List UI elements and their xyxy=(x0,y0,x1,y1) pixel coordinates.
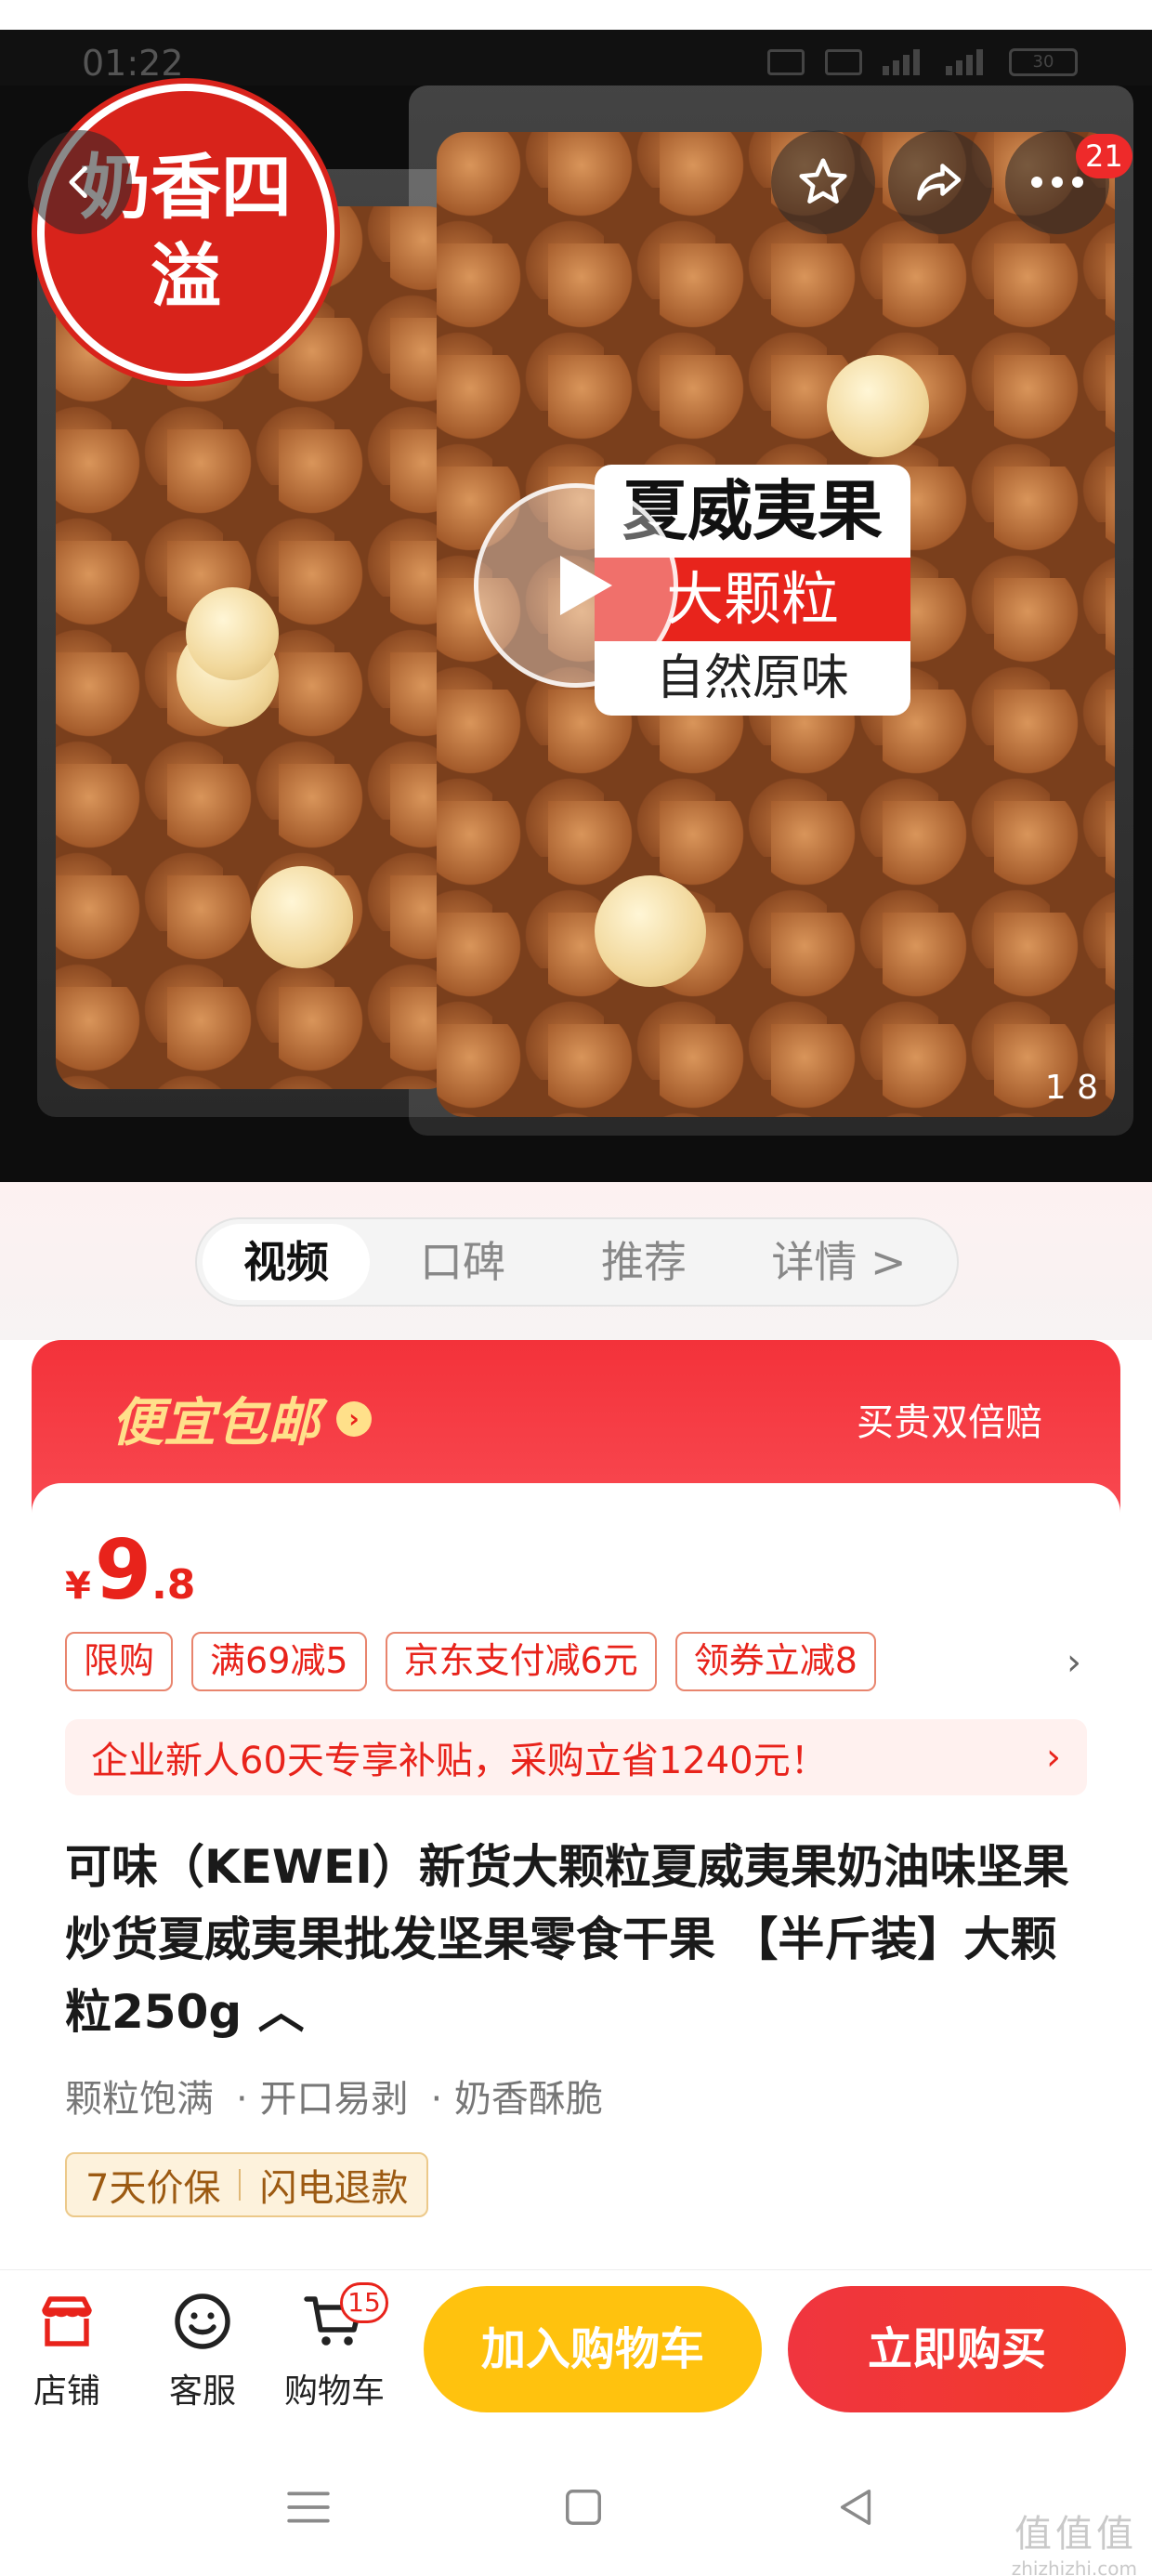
play-icon xyxy=(560,556,612,615)
tab-video[interactable]: 视频 xyxy=(203,1224,370,1300)
menu-icon xyxy=(287,2491,330,2523)
share-icon xyxy=(917,164,962,201)
store-icon xyxy=(33,2288,100,2355)
status-time: 01:22 xyxy=(82,43,184,84)
feature-item: 颗粒饱满 xyxy=(65,2078,214,2121)
tab-details[interactable]: 详情 > xyxy=(732,1224,946,1300)
tag-discount[interactable]: 满69减5 xyxy=(191,1632,367,1691)
smiley-icon xyxy=(169,2288,236,2355)
home-button[interactable] xyxy=(556,2479,611,2535)
chevron-right-icon[interactable]: › xyxy=(1067,1641,1081,1684)
signal-icon xyxy=(946,49,988,75)
system-back-button[interactable] xyxy=(829,2479,884,2535)
service-guarantees[interactable]: 7天价保 闪电退款 xyxy=(65,2152,429,2217)
chevron-right-icon: › xyxy=(336,1400,372,1437)
cart-label: 购物车 xyxy=(283,2372,385,2411)
chevron-right-icon: › xyxy=(1046,1736,1061,1779)
share-button[interactable] xyxy=(888,130,992,234)
more-dots-icon xyxy=(1031,177,1083,188)
mute-icon xyxy=(767,49,805,75)
tag-limit[interactable]: 限购 xyxy=(65,1632,174,1691)
back-button[interactable] xyxy=(28,130,132,234)
product-title[interactable]: 可味（KEWEI）新货大颗粒夏威夷果奶油味坚果炒货夏威夷果批发坚果零食干果 【半… xyxy=(65,1831,1087,2048)
add-to-cart-button[interactable]: 加入购物车 xyxy=(424,2286,762,2412)
tag-coupon[interactable]: 领券立减8 xyxy=(674,1632,876,1691)
tab-reviews[interactable]: 口碑 xyxy=(370,1224,556,1300)
feature-item: · 奶香酥脆 xyxy=(430,2078,603,2121)
price-currency: ¥ xyxy=(65,1565,91,1608)
square-icon xyxy=(566,2490,601,2525)
kernel xyxy=(251,866,353,968)
price-integer: 9 xyxy=(94,1522,152,1618)
price: ¥ 9 .8 xyxy=(65,1522,195,1618)
wifi-icon xyxy=(883,49,925,75)
triangle-back-icon xyxy=(840,2490,871,2525)
nfc-icon xyxy=(825,49,862,75)
kernel xyxy=(186,587,279,680)
watermark-logo: 值值值 xyxy=(1015,2513,1137,2556)
status-icons: 30 xyxy=(767,48,1078,76)
price-decimal: .8 xyxy=(151,1561,196,1609)
watermark: 值值值 zhizhizhi.com xyxy=(1012,2504,1137,2576)
chevron-left-icon xyxy=(69,165,87,199)
fast-refund-label: 闪电退款 xyxy=(259,2167,409,2210)
kernel xyxy=(827,355,929,457)
price-guarantee-label[interactable]: 买贵双倍赔 xyxy=(857,1392,1042,1446)
store-label: 店铺 xyxy=(33,2372,100,2411)
tab-recommend[interactable]: 推荐 xyxy=(556,1224,732,1300)
image-page-indicator: 1 8 xyxy=(1044,1069,1098,1107)
status-bar xyxy=(0,0,1152,30)
free-shipping-label[interactable]: 便宜包邮 › xyxy=(111,1381,372,1456)
feature-item: · 开口易剥 xyxy=(236,2078,409,2121)
star-icon xyxy=(799,158,847,204)
cart-count-badge: 15 xyxy=(340,2282,388,2323)
store-button[interactable]: 店铺 xyxy=(11,2288,123,2412)
section-tabs: 视频 口碑 推荐 详情 > xyxy=(195,1217,959,1307)
free-shipping-text: 便宜包邮 xyxy=(111,1393,320,1453)
favorite-button[interactable] xyxy=(771,130,875,234)
watermark-url: zhizhizhi.com xyxy=(1011,2557,1137,2576)
play-video-button[interactable] xyxy=(474,483,678,688)
notification-count-badge: 21 xyxy=(1076,134,1132,178)
service-label: 客服 xyxy=(168,2372,236,2411)
promo-tags[interactable]: 限购 满69减5 京东支付减6元 领券立减8 xyxy=(65,1632,876,1691)
recent-apps-button[interactable] xyxy=(281,2479,336,2535)
battery-icon: 30 xyxy=(1009,48,1078,76)
customer-service-button[interactable]: 客服 xyxy=(147,2288,258,2412)
kernel xyxy=(595,875,706,987)
buy-now-button[interactable]: 立即购买 xyxy=(788,2286,1126,2412)
price-protect-label: 7天价保 xyxy=(85,2167,221,2210)
notice-text: 企业新人60天专享补贴，采购立省1240元！ xyxy=(91,1740,828,1782)
product-features: 颗粒饱满 · 开口易剥 · 奶香酥脆 xyxy=(65,2069,625,2123)
tag-jd-pay[interactable]: 京东支付减6元 xyxy=(385,1632,657,1691)
enterprise-subsidy-notice[interactable]: 企业新人60天专享补贴，采购立省1240元！ › xyxy=(65,1719,1087,1795)
